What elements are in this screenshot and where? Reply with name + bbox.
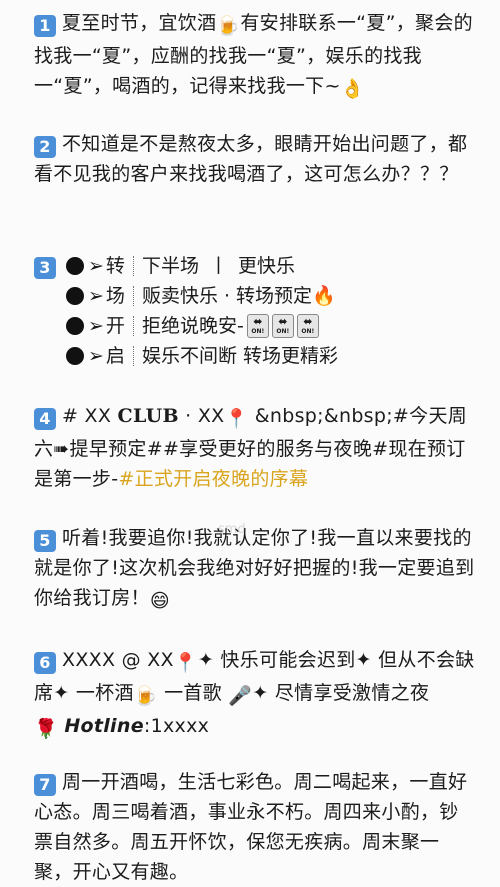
paragraph-7: 7 周一开酒喝，生活七彩色。周二喝起来，一直好心态。周三喝着酒，事业永不朽。周四来… xyxy=(34,771,468,883)
number-3-keycap: 3 xyxy=(34,257,56,279)
rose-icon: 🌹 xyxy=(34,718,58,740)
hotline-label: Hotline xyxy=(64,715,144,737)
number-6-keycap: 6 xyxy=(34,652,56,674)
black-circle-icon xyxy=(66,257,84,275)
post-page: 1 夏至时节，宜饮酒🍺有安排联系一“夏”，聚会的找我一“夏”，应酬的找我一“夏”，… xyxy=(0,0,500,887)
black-circle-icon xyxy=(66,347,84,365)
hotline-number: :1xxxx xyxy=(143,715,210,737)
on-arrow-icon: ⬌ ON! xyxy=(271,314,294,338)
paragraph-2: 2 不知道是不是熬夜太多，眼睛开始出问题了，都看不见我的客户来找我喝酒了，这可怎么… xyxy=(34,133,468,185)
number-4-keycap: 4 xyxy=(34,408,56,430)
number-5-keycap: 5 xyxy=(34,530,56,552)
list-row-zhuan: ➢ 转下半场丨更快乐 xyxy=(66,251,476,281)
location-pin-icon: 📍 xyxy=(173,652,198,674)
paragraph-1: 1 夏至时节，宜饮酒🍺有安排联系一“夏”，聚会的找我一“夏”，应酬的找我一“夏”，… xyxy=(34,8,476,104)
fire-icon: 🔥 xyxy=(312,285,336,307)
beer-icon: 🍺 xyxy=(133,685,158,707)
list-row-qi: ➢ 启娱乐不间断 转场更精彩 xyxy=(66,341,476,371)
list-row-kai: ➢ 开拒绝说晚安- ⬌ ON! ⬌ ON! ⬌ ON! xyxy=(66,311,476,341)
black-circle-icon xyxy=(66,287,84,305)
watermark: smd xyxy=(218,522,246,537)
on-arrow-icon: ⬌ ON! xyxy=(246,314,269,338)
paragraph-5: 5 听着!我要追你!我就认定你了!我一直以来要找的就是你了!这次机会我绝对好好把握… xyxy=(34,523,476,616)
on-arrow-icon: ⬌ ON! xyxy=(296,314,319,338)
paragraph-6: 6 XXXX @ XX📍✦ 快乐可能会迟到✦ 但从不会缺席✦ 一杯酒🍺 一首歌 🎤… xyxy=(34,645,476,744)
paragraph-3-list: ➢ 转下半场丨更快乐 ➢ 场贩卖快乐 · 转场预定 🔥 ➢ 开拒绝说晚安- ⬌ ON! ⬌… xyxy=(66,251,476,371)
number-1-keycap: 1 xyxy=(34,15,56,37)
club-name: CLUB xyxy=(117,405,179,427)
ok-hand-icon: 👌 xyxy=(340,78,365,100)
number-7-keycap: 7 xyxy=(34,774,56,796)
hashtag-link[interactable]: #正式开启夜晚的序幕 xyxy=(118,468,308,490)
list-row-chang: ➢ 场贩卖快乐 · 转场预定 🔥 xyxy=(66,281,476,311)
location-pin-icon: 📍 xyxy=(224,408,249,430)
beer-icon: 🍺 xyxy=(216,15,241,37)
number-2-keycap: 2 xyxy=(34,136,56,158)
microphone-icon: 🎤 xyxy=(228,685,253,707)
smile-icon: 😄 xyxy=(149,590,170,612)
paragraph-4: 4 # XX CLUB · XX📍 &nbsp;&nbsp;#今天周六➠提早预定#… xyxy=(34,405,468,490)
black-circle-icon xyxy=(66,317,84,335)
